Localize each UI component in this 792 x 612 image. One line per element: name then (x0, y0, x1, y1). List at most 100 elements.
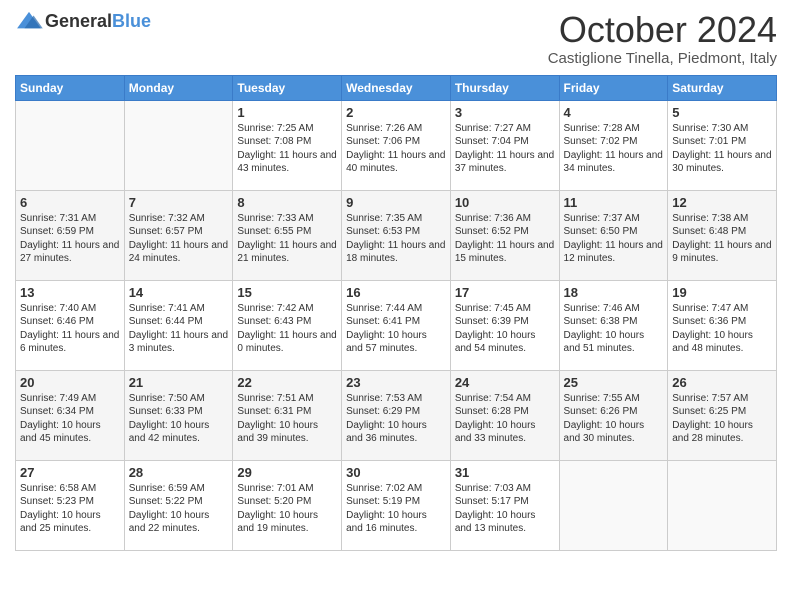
weekday-header-cell: Saturday (668, 75, 777, 100)
calendar-cell: 6Sunrise: 7:31 AM Sunset: 6:59 PM Daylig… (16, 190, 125, 280)
day-info: Sunrise: 7:45 AM Sunset: 6:39 PM Dayligh… (455, 302, 555, 356)
day-number: 30 (346, 465, 446, 480)
day-info: Sunrise: 7:32 AM Sunset: 6:57 PM Dayligh… (129, 212, 229, 266)
day-number: 8 (237, 195, 337, 210)
calendar-cell: 13 Sunrise: 7:40 AM Sunset: 6:46 PM Dayli… (16, 280, 125, 370)
calendar-week-row: 1Sunrise: 7:25 AM Sunset: 7:08 PM Daylig… (16, 100, 777, 190)
day-number: 12 (672, 195, 772, 210)
day-info: Sunrise: 7:27 AM Sunset: 7:04 PM Dayligh… (455, 122, 555, 176)
day-info: Sunrise: 7:03 AM Sunset: 5:17 PM Dayligh… (455, 482, 555, 536)
location-title: Castiglione Tinella, Piedmont, Italy (548, 50, 777, 67)
day-number: 18 (564, 285, 664, 300)
day-info: Sunrise: 7:26 AM Sunset: 7:06 PM Dayligh… (346, 122, 446, 176)
day-info: Sunrise: 7:49 AM Sunset: 6:34 PM Dayligh… (20, 392, 120, 446)
day-info: Sunrise: 7:28 AM Sunset: 7:02 PM Dayligh… (564, 122, 664, 176)
day-info: Sunrise: 7:36 AM Sunset: 6:52 PM Dayligh… (455, 212, 555, 266)
day-info: Sunrise: 7:53 AM Sunset: 6:29 PM Dayligh… (346, 392, 446, 446)
weekday-header-cell: Wednesday (342, 75, 451, 100)
day-info: Sunrise: 7:33 AM Sunset: 6:55 PM Dayligh… (237, 212, 337, 266)
calendar-cell (16, 100, 125, 190)
day-info: Sunrise: 7:47 AM Sunset: 6:36 PM Dayligh… (672, 302, 772, 356)
day-number: 13 (20, 285, 120, 300)
day-info: Sunrise: 7:40 AM Sunset: 6:46 PM Dayligh… (20, 302, 120, 356)
calendar-cell: 9Sunrise: 7:35 AM Sunset: 6:53 PM Daylig… (342, 190, 451, 280)
day-number: 22 (237, 375, 337, 390)
day-info: Sunrise: 7:02 AM Sunset: 5:19 PM Dayligh… (346, 482, 446, 536)
day-number: 28 (129, 465, 229, 480)
calendar-week-row: 20Sunrise: 7:49 AM Sunset: 6:34 PM Dayli… (16, 370, 777, 460)
month-title: October 2024 (548, 10, 777, 50)
calendar-cell: 12 Sunrise: 7:38 AM Sunset: 6:48 PM Dayli… (668, 190, 777, 280)
day-number: 25 (564, 375, 664, 390)
logo-icon (15, 10, 43, 32)
calendar-cell: 1Sunrise: 7:25 AM Sunset: 7:08 PM Daylig… (233, 100, 342, 190)
day-info: Sunrise: 7:41 AM Sunset: 6:44 PM Dayligh… (129, 302, 229, 356)
calendar-cell: 29 Sunrise: 7:01 AM Sunset: 5:20 PM Dayli… (233, 460, 342, 550)
day-info: Sunrise: 7:46 AM Sunset: 6:38 PM Dayligh… (564, 302, 664, 356)
calendar-cell: 11Sunrise: 7:37 AM Sunset: 6:50 PM Dayli… (559, 190, 668, 280)
calendar-body: 1Sunrise: 7:25 AM Sunset: 7:08 PM Daylig… (16, 100, 777, 550)
day-number: 15 (237, 285, 337, 300)
calendar-cell: 30 Sunrise: 7:02 AM Sunset: 5:19 PM Dayli… (342, 460, 451, 550)
calendar-cell: 2Sunrise: 7:26 AM Sunset: 7:06 PM Daylig… (342, 100, 451, 190)
weekday-header-cell: Thursday (450, 75, 559, 100)
calendar-cell: 27 Sunrise: 6:58 AM Sunset: 5:23 PM Dayli… (16, 460, 125, 550)
day-info: Sunrise: 7:31 AM Sunset: 6:59 PM Dayligh… (20, 212, 120, 266)
calendar-cell: 18 Sunrise: 7:46 AM Sunset: 6:38 PM Dayli… (559, 280, 668, 370)
calendar-cell: 23 Sunrise: 7:53 AM Sunset: 6:29 PM Dayli… (342, 370, 451, 460)
day-info: Sunrise: 7:01 AM Sunset: 5:20 PM Dayligh… (237, 482, 337, 536)
calendar-cell: 15 Sunrise: 7:42 AM Sunset: 6:43 PM Dayli… (233, 280, 342, 370)
calendar-cell (559, 460, 668, 550)
day-number: 24 (455, 375, 555, 390)
calendar-cell: 10 Sunrise: 7:36 AM Sunset: 6:52 PM Dayli… (450, 190, 559, 280)
title-section: October 2024 Castiglione Tinella, Piedmo… (548, 10, 777, 67)
calendar-cell: 31 Sunrise: 7:03 AM Sunset: 5:17 PM Dayli… (450, 460, 559, 550)
day-number: 16 (346, 285, 446, 300)
day-info: Sunrise: 7:37 AM Sunset: 6:50 PM Dayligh… (564, 212, 664, 266)
calendar-cell: 4 Sunrise: 7:28 AM Sunset: 7:02 PM Daylig… (559, 100, 668, 190)
weekday-header-cell: Sunday (16, 75, 125, 100)
weekday-header-cell: Monday (124, 75, 233, 100)
calendar-cell: 16 Sunrise: 7:44 AM Sunset: 6:41 PM Dayli… (342, 280, 451, 370)
calendar-cell: 14 Sunrise: 7:41 AM Sunset: 6:44 PM Dayli… (124, 280, 233, 370)
calendar-cell: 7 Sunrise: 7:32 AM Sunset: 6:57 PM Daylig… (124, 190, 233, 280)
day-number: 27 (20, 465, 120, 480)
day-number: 5 (672, 105, 772, 120)
day-info: Sunrise: 7:44 AM Sunset: 6:41 PM Dayligh… (346, 302, 446, 356)
calendar-cell: 5 Sunrise: 7:30 AM Sunset: 7:01 PM Daylig… (668, 100, 777, 190)
calendar-table: SundayMondayTuesdayWednesdayThursdayFrid… (15, 75, 777, 551)
day-number: 4 (564, 105, 664, 120)
day-number: 10 (455, 195, 555, 210)
calendar-cell: 20Sunrise: 7:49 AM Sunset: 6:34 PM Dayli… (16, 370, 125, 460)
day-number: 21 (129, 375, 229, 390)
day-info: Sunrise: 7:30 AM Sunset: 7:01 PM Dayligh… (672, 122, 772, 176)
calendar-cell: 3Sunrise: 7:27 AM Sunset: 7:04 PM Daylig… (450, 100, 559, 190)
day-info: Sunrise: 7:42 AM Sunset: 6:43 PM Dayligh… (237, 302, 337, 356)
day-info: Sunrise: 7:57 AM Sunset: 6:25 PM Dayligh… (672, 392, 772, 446)
weekday-header-cell: Tuesday (233, 75, 342, 100)
calendar-week-row: 27 Sunrise: 6:58 AM Sunset: 5:23 PM Dayli… (16, 460, 777, 550)
day-info: Sunrise: 7:38 AM Sunset: 6:48 PM Dayligh… (672, 212, 772, 266)
logo-blue: Blue (112, 11, 151, 31)
calendar-cell: 22 Sunrise: 7:51 AM Sunset: 6:31 PM Dayli… (233, 370, 342, 460)
calendar-cell: 26 Sunrise: 7:57 AM Sunset: 6:25 PM Dayli… (668, 370, 777, 460)
day-number: 26 (672, 375, 772, 390)
day-info: Sunrise: 7:25 AM Sunset: 7:08 PM Dayligh… (237, 122, 337, 176)
logo: GeneralBlue (15, 10, 151, 32)
day-number: 29 (237, 465, 337, 480)
day-number: 14 (129, 285, 229, 300)
calendar-cell: 21Sunrise: 7:50 AM Sunset: 6:33 PM Dayli… (124, 370, 233, 460)
day-number: 23 (346, 375, 446, 390)
day-number: 31 (455, 465, 555, 480)
day-number: 9 (346, 195, 446, 210)
weekday-header-row: SundayMondayTuesdayWednesdayThursdayFrid… (16, 75, 777, 100)
weekday-header-cell: Friday (559, 75, 668, 100)
day-info: Sunrise: 7:51 AM Sunset: 6:31 PM Dayligh… (237, 392, 337, 446)
calendar-week-row: 6Sunrise: 7:31 AM Sunset: 6:59 PM Daylig… (16, 190, 777, 280)
day-info: Sunrise: 6:58 AM Sunset: 5:23 PM Dayligh… (20, 482, 120, 536)
day-number: 17 (455, 285, 555, 300)
logo-general: General (45, 11, 112, 31)
day-number: 19 (672, 285, 772, 300)
day-number: 7 (129, 195, 229, 210)
calendar-cell: 28Sunrise: 6:59 AM Sunset: 5:22 PM Dayli… (124, 460, 233, 550)
